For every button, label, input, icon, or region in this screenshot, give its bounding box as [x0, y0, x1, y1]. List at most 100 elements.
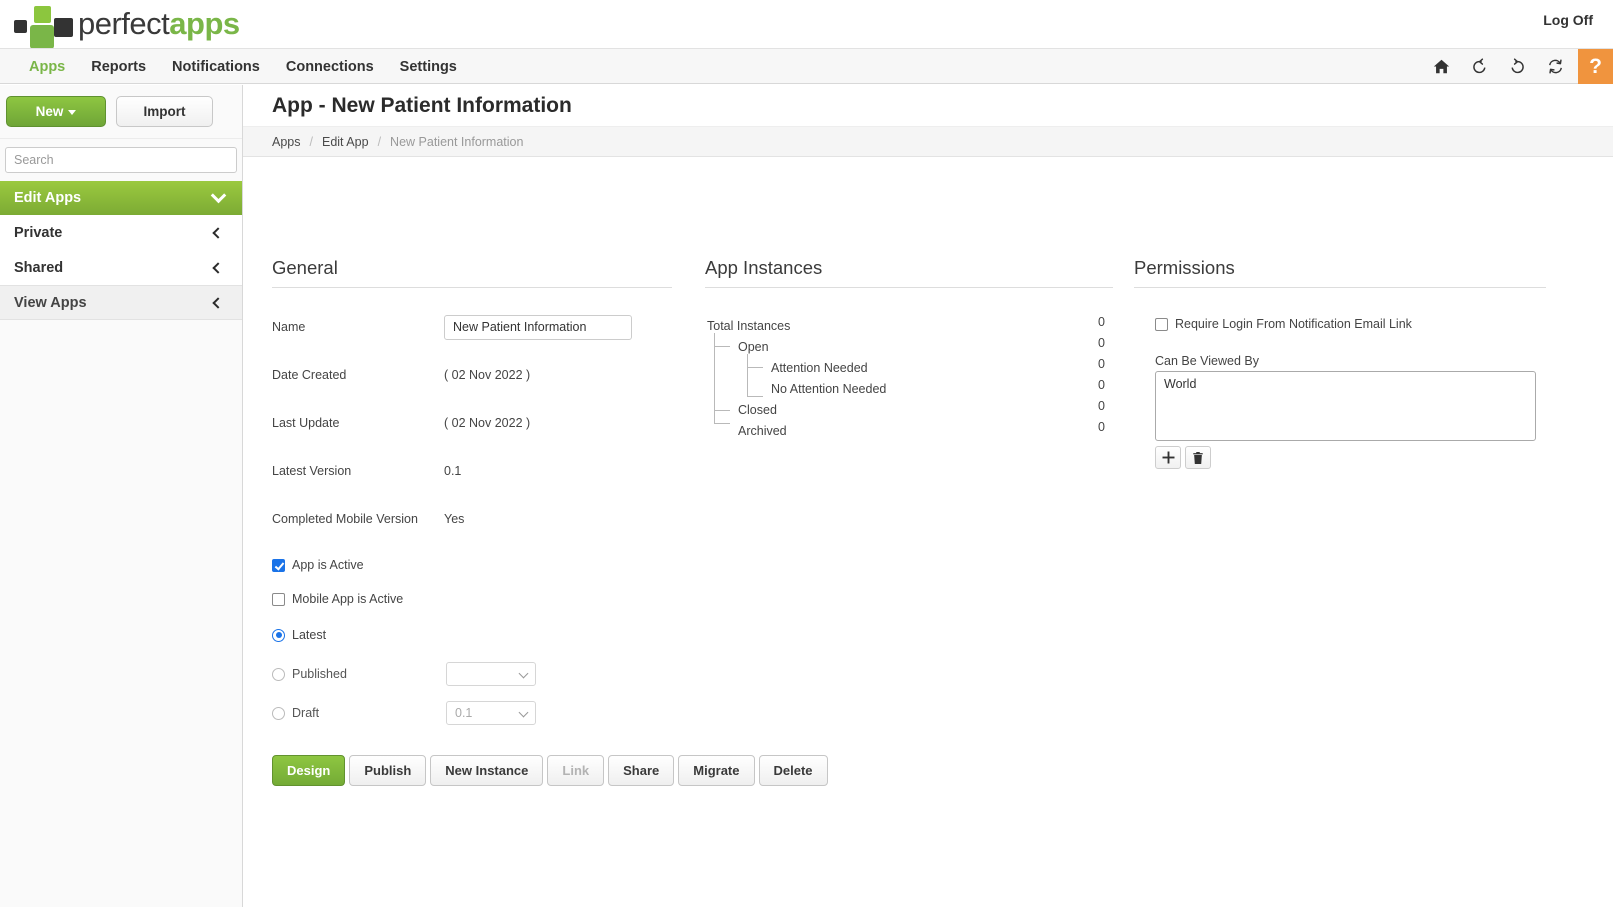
can-be-viewed-by-label: Can Be Viewed By	[1155, 354, 1259, 368]
can-be-viewed-by-listbox[interactable]: World	[1155, 371, 1536, 441]
tree-row-label: Open	[738, 339, 769, 354]
sidebar-item-private-label: Private	[14, 224, 63, 241]
draft-version-select[interactable]: 0.1	[446, 701, 536, 725]
sidebar-group-edit-apps-label: Edit Apps	[14, 190, 82, 206]
caret-down-icon	[68, 110, 77, 115]
undo-icon[interactable]	[1460, 49, 1498, 84]
chevron-down-icon	[518, 668, 529, 679]
add-permission-button[interactable]	[1155, 446, 1181, 469]
permissions-section-rule	[1134, 287, 1546, 288]
tree-row-count: 0	[1098, 315, 1105, 329]
brand-name-part2: apps	[169, 5, 240, 41]
chevron-down-icon	[518, 707, 529, 718]
nav-item-apps[interactable]: Apps	[16, 49, 78, 84]
log-off-link[interactable]: Log Off	[1543, 12, 1593, 28]
field-date-created-label: Date Created	[272, 368, 347, 382]
brand-wordmark: perfectapps	[78, 8, 240, 39]
nav-item-settings[interactable]: Settings	[387, 49, 470, 84]
checkbox-app-is-active-row: App is Active	[272, 555, 672, 575]
action-button-row: Design Publish New Instance Link Share M…	[272, 755, 828, 786]
main-content: App - New Patient Information Apps / Edi…	[243, 85, 1613, 907]
checkbox-mobile-app-is-active-label: Mobile App is Active	[292, 592, 404, 606]
tree-row-label: Attention Needed	[771, 360, 868, 375]
field-latest-version-row: Latest Version 0.1	[272, 459, 672, 483]
sidebar-group-edit-apps[interactable]: Edit Apps	[0, 181, 242, 215]
home-icon[interactable]	[1422, 49, 1460, 84]
new-button[interactable]: New	[6, 96, 106, 127]
import-button[interactable]: Import	[116, 96, 213, 127]
new-instance-button[interactable]: New Instance	[430, 755, 544, 786]
nav-item-notifications[interactable]: Notifications	[159, 49, 273, 84]
radio-draft[interactable]	[272, 706, 285, 720]
sidebar-item-shared-label: Shared	[14, 259, 64, 276]
radio-published[interactable]	[272, 667, 285, 681]
checkbox-app-is-active[interactable]	[272, 558, 285, 572]
permissions-section-title: Permissions	[1134, 257, 1235, 278]
nav-item-reports[interactable]: Reports	[78, 49, 159, 84]
general-section-rule	[272, 287, 672, 288]
migrate-button[interactable]: Migrate	[678, 755, 755, 786]
sidebar-search-wrap	[0, 139, 242, 181]
app-instances-section-rule	[705, 287, 1113, 288]
delete-button[interactable]: Delete	[758, 755, 828, 786]
breadcrumb-separator: /	[309, 134, 313, 149]
design-button[interactable]: Design	[272, 755, 346, 786]
permissions-panel: Permissions Require Login From Notificat…	[1134, 257, 1546, 469]
tree-row-closed: Closed 0	[705, 399, 1105, 420]
help-button[interactable]: ?	[1578, 49, 1613, 84]
nav-item-connections[interactable]: Connections	[273, 49, 387, 84]
radio-latest-row: Latest	[272, 622, 672, 648]
publish-button[interactable]: Publish	[349, 755, 427, 786]
checkbox-require-login[interactable]	[1155, 317, 1168, 331]
search-input[interactable]	[5, 147, 237, 173]
main-nav-bar: Apps Reports Notifications Connections S…	[0, 48, 1613, 84]
breadcrumb-item-current: New Patient Information	[390, 134, 524, 149]
page-title: App - New Patient Information	[243, 85, 1613, 127]
delete-permission-button[interactable]	[1185, 446, 1211, 469]
list-item[interactable]: World	[1162, 376, 1529, 393]
sidebar-item-private[interactable]: Private	[0, 215, 242, 250]
radio-draft-label: Draft	[292, 706, 320, 720]
app-instances-panel: App Instances Total Instances 0 Open 0 A…	[705, 257, 1113, 441]
content-columns: General Name Date Created ( 02 Nov 2022 …	[243, 157, 1613, 907]
permissions-body: Require Login From Notification Email Li…	[1134, 315, 1546, 469]
sidebar-group-view-apps[interactable]: View Apps	[0, 285, 242, 320]
checkbox-mobile-app-is-active[interactable]	[272, 592, 285, 606]
tree-row-open: Open 0	[705, 336, 1105, 357]
chevron-down-icon	[210, 187, 227, 204]
sidebar-item-shared[interactable]: Shared	[0, 250, 242, 285]
top-bar: perfectapps Log Off	[0, 0, 1613, 49]
field-date-created-value: ( 02 Nov 2022 )	[444, 368, 531, 382]
published-version-select[interactable]	[446, 662, 536, 686]
radio-published-row: Published	[272, 661, 672, 687]
tree-row-attention-needed: Attention Needed 0	[705, 357, 1105, 378]
tree-row-label: Total Instances	[707, 318, 791, 333]
field-date-created-row: Date Created ( 02 Nov 2022 )	[272, 363, 672, 387]
chevron-left-icon	[212, 226, 224, 239]
checkbox-app-is-active-label: App is Active	[292, 558, 364, 572]
sync-icon[interactable]	[1536, 49, 1574, 84]
tree-row-count: 0	[1098, 399, 1105, 413]
tree-row-count: 0	[1098, 357, 1105, 371]
share-button[interactable]: Share	[608, 755, 675, 786]
nav-items: Apps Reports Notifications Connections S…	[16, 49, 470, 84]
brand-logo[interactable]: perfectapps	[14, 2, 240, 49]
instances-tree: Total Instances 0 Open 0 Attention Neede…	[705, 315, 1105, 441]
field-completed-mobile-row: Completed Mobile Version Yes	[272, 507, 672, 531]
sidebar: New Import Edit Apps Private Shared View…	[0, 85, 243, 907]
field-last-update-row: Last Update ( 02 Nov 2022 )	[272, 411, 672, 435]
tree-row-label: Archived	[738, 423, 787, 438]
field-last-update-label: Last Update	[272, 416, 340, 430]
breadcrumb-item-edit-app[interactable]: Edit App	[322, 135, 369, 149]
radio-latest[interactable]	[272, 628, 285, 642]
app-name-input[interactable]	[444, 314, 632, 340]
tree-row-count: 0	[1098, 336, 1105, 350]
general-form: Name Date Created ( 02 Nov 2022 ) Last U…	[272, 314, 828, 786]
field-completed-mobile-label: Completed Mobile Version	[272, 512, 418, 526]
redo-icon[interactable]	[1498, 49, 1536, 84]
tree-row-archived: Archived 0	[705, 420, 1105, 441]
tree-row-label: Closed	[738, 402, 777, 417]
radio-published-label: Published	[292, 667, 347, 681]
field-name-label: Name	[272, 320, 306, 334]
breadcrumb-item-apps[interactable]: Apps	[272, 135, 301, 149]
